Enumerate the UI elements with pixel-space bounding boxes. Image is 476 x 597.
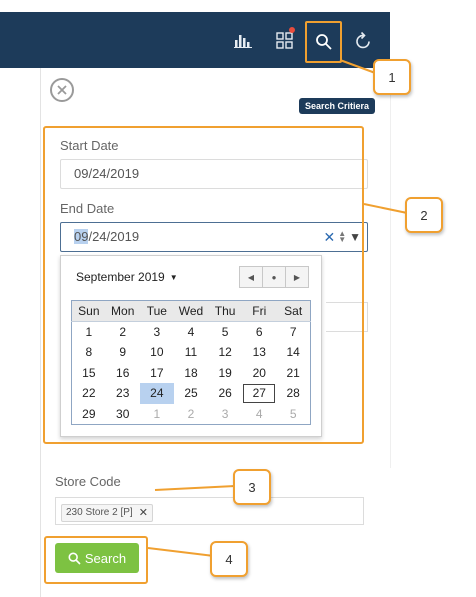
search-tooltip: Search Critiera xyxy=(299,98,376,114)
grid-icon[interactable] xyxy=(266,22,302,58)
close-panel-button[interactable] xyxy=(50,78,74,102)
bar-chart-icon[interactable] xyxy=(225,22,261,58)
search-button-highlight xyxy=(44,536,148,584)
store-code-input[interactable]: 230 Store 2 [P] ✕ xyxy=(55,497,364,525)
refresh-icon[interactable] xyxy=(345,22,381,58)
store-tag: 230 Store 2 [P] ✕ xyxy=(61,503,153,522)
store-tag-label: 230 Store 2 [P] xyxy=(66,507,133,518)
search-icon[interactable] xyxy=(305,21,342,63)
callout-1: 1 xyxy=(373,59,411,95)
panel-divider xyxy=(390,68,391,468)
callout-2: 2 xyxy=(405,197,443,233)
remove-tag-icon[interactable]: ✕ xyxy=(139,506,148,519)
callout-4: 4 xyxy=(210,541,248,577)
store-code-label: Store Code xyxy=(55,474,121,489)
callout-3: 3 xyxy=(233,469,271,505)
notification-dot xyxy=(289,27,295,33)
date-filter-highlight xyxy=(43,126,364,444)
